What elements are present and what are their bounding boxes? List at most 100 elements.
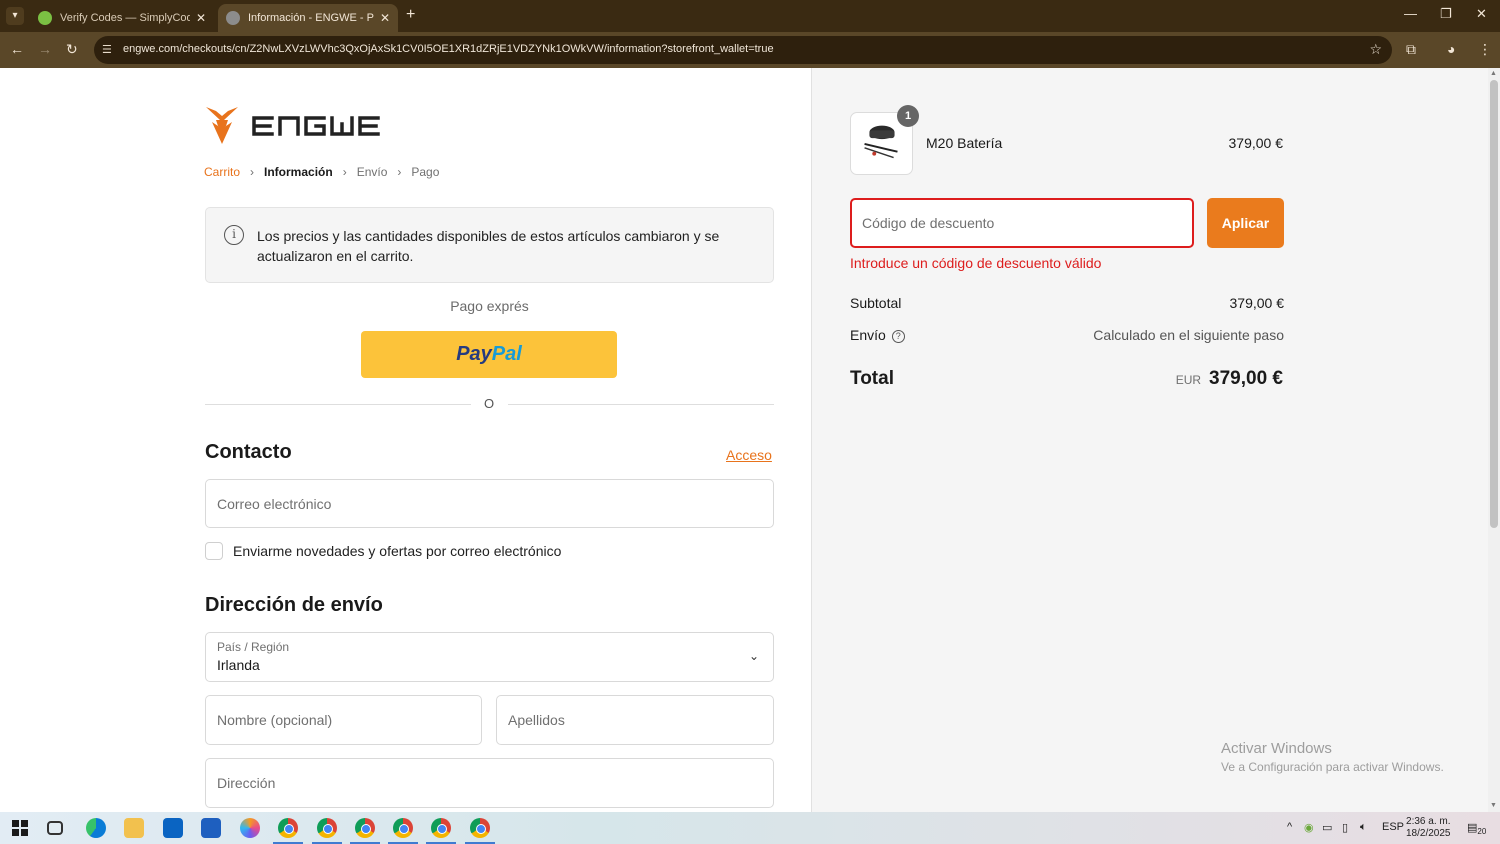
notification-center-icon[interactable]: ▤20 [1467, 821, 1486, 836]
url-text[interactable]: engwe.com/checkouts/cn/Z2NwLXVzLWVhc3QxO… [123, 43, 774, 55]
or-text: O [479, 396, 499, 411]
close-tab-icon[interactable]: ✕ [380, 11, 390, 25]
tab-title: Verify Codes — SimplyCodes [60, 12, 190, 24]
newsletter-checkbox[interactable] [205, 542, 223, 560]
divider-line [508, 404, 774, 405]
chrome-icon[interactable] [278, 818, 298, 838]
address-bar[interactable]: ☰ engwe.com/checkouts/cn/Z2NwLXVzLWVhc3Q… [94, 36, 1392, 64]
newsletter-option[interactable]: Enviarme novedades y ofertas por correo … [205, 542, 561, 560]
back-arrow-icon[interactable]: ← [10, 41, 24, 57]
reload-icon[interactable]: ↻ [66, 41, 78, 58]
shipping-row: Envío? Calculado en el siguiente paso [850, 327, 1284, 343]
bookmark-star-icon[interactable]: ☆ [1369, 41, 1382, 58]
page-scrollbar[interactable]: ▲ ▼ [1488, 68, 1500, 812]
contact-heading: Contacto [205, 441, 292, 463]
outlook-icon[interactable] [163, 818, 183, 838]
paypal-logo-pay: Pay [456, 343, 492, 365]
product-name: M20 Batería [926, 135, 1003, 151]
order-summary: 1 M20 Batería 379,00 € Código de descuen… [811, 68, 1488, 812]
activation-title: Activar Windows [1221, 740, 1332, 757]
network-icon[interactable]: ▭ [1322, 821, 1332, 834]
globe-favicon-icon [226, 11, 240, 25]
subtotal-label: Subtotal [850, 295, 902, 311]
tray-chevron-up-icon[interactable]: ^ [1287, 821, 1292, 833]
browser-tab-bar: ▾ Verify Codes — SimplyCodes ✕ Informaci… [0, 0, 1500, 32]
login-link[interactable]: Acceso [726, 447, 772, 463]
breadcrumb-payment: Pago [411, 165, 440, 179]
total-value: 379,00 € [1209, 368, 1283, 389]
browser-tab-engwe[interactable]: Información - ENGWE - Pantalla ✕ [218, 4, 398, 32]
chrome-icon[interactable] [317, 818, 337, 838]
browser-tab-simplycodes[interactable]: Verify Codes — SimplyCodes ✕ [30, 4, 214, 32]
system-clock[interactable]: 2:36 a. m. 18/2/2025 [1406, 816, 1451, 840]
copilot-icon[interactable] [240, 818, 260, 838]
country-value: Irlanda [217, 657, 260, 673]
activation-subtitle: Ve a Configuración para activar Windows. [1221, 760, 1444, 774]
shipping-label: Envío [850, 327, 886, 343]
forward-arrow-icon[interactable]: → [38, 41, 52, 57]
tab-search-chevron-icon[interactable]: ▾ [6, 7, 24, 25]
last-name-field[interactable]: Apellidos [496, 695, 774, 745]
chrome-icon[interactable] [431, 818, 451, 838]
minimize-icon[interactable]: — [1404, 6, 1417, 21]
breadcrumb-cart-link[interactable]: Carrito [204, 165, 240, 179]
windows-taskbar: ^ ◉ ▭ ▯ 🔈︎ ESP 2:36 a. m. 18/2/2025 ▤20 [0, 812, 1500, 844]
newsletter-label[interactable]: Enviarme novedades y ofertas por correo … [233, 543, 561, 559]
address-field[interactable]: Dirección [205, 758, 774, 808]
total-amount: EUR 379,00 € [1176, 368, 1283, 390]
close-window-icon[interactable]: ✕ [1476, 6, 1487, 22]
breadcrumb-shipping: Envío [356, 165, 388, 179]
new-tab-plus-icon[interactable]: + [406, 6, 415, 24]
close-tab-icon[interactable]: ✕ [196, 11, 206, 25]
help-question-icon[interactable]: ? [891, 329, 905, 343]
quantity-badge: 1 [897, 105, 919, 127]
country-select[interactable]: País / Región Irlanda ⌄ [205, 632, 774, 682]
engwe-logo[interactable] [204, 104, 384, 148]
chevron-right-icon: › [250, 165, 255, 179]
shipping-value: Calculado en el siguiente paso [1093, 327, 1284, 343]
discount-error-message: Introduce un código de descuento válido [850, 255, 1102, 271]
profile-avatar-icon[interactable]: ◕ [1447, 41, 1455, 57]
input-language-indicator[interactable]: ESP [1382, 821, 1404, 833]
paypal-button[interactable]: PayPal [361, 331, 617, 378]
scrollbar-thumb[interactable] [1490, 80, 1498, 528]
restore-icon[interactable]: ❐ [1440, 6, 1452, 22]
info-icon: i [224, 225, 244, 245]
kebab-menu-icon[interactable]: ⋮ [1478, 41, 1492, 58]
chrome-icon[interactable] [355, 818, 375, 838]
email-placeholder: Correo electrónico [217, 495, 332, 512]
clock-date: 18/2/2025 [1406, 828, 1451, 839]
extensions-puzzle-icon[interactable]: ⧉ [1406, 41, 1416, 58]
volume-icon[interactable]: 🔈︎ [1360, 821, 1367, 834]
task-view-icon[interactable] [47, 821, 63, 835]
first-name-field[interactable]: Nombre (opcional) [205, 695, 482, 745]
file-explorer-icon[interactable] [124, 818, 144, 838]
total-currency: EUR [1175, 373, 1202, 387]
tray-app-icon[interactable]: ◉ [1304, 821, 1314, 834]
store-icon[interactable] [201, 818, 221, 838]
apply-discount-button[interactable]: Aplicar [1207, 198, 1284, 248]
edge-browser-icon[interactable] [86, 818, 106, 838]
scroll-down-arrow-icon[interactable]: ▼ [1490, 802, 1497, 809]
site-info-icon[interactable]: ☰ [102, 43, 112, 56]
breadcrumb: Carrito › Información › Envío › Pago [204, 165, 439, 179]
last-name-placeholder: Apellidos [508, 712, 565, 728]
battery-tray-icon[interactable]: ▯ [1342, 821, 1348, 834]
email-field[interactable]: Correo electrónico [205, 479, 774, 528]
windows-start-icon[interactable] [10, 818, 30, 838]
scroll-up-arrow-icon[interactable]: ▲ [1490, 70, 1497, 77]
country-label: País / Región [217, 640, 290, 654]
discount-placeholder: Código de descuento [862, 215, 995, 231]
chrome-icon[interactable] [470, 818, 490, 838]
chrome-icon[interactable] [393, 818, 413, 838]
notification-count: 20 [1477, 827, 1487, 837]
paypal-logo-pal: Pal [491, 343, 522, 365]
total-label: Total [850, 368, 894, 389]
product-price: 379,00 € [1228, 135, 1284, 151]
chevron-right-icon: › [342, 165, 347, 179]
subtotal-row: Subtotal 379,00 € [850, 295, 1284, 311]
chevron-right-icon: › [397, 165, 402, 179]
discount-code-input[interactable]: Código de descuento [850, 198, 1194, 248]
address-placeholder: Dirección [217, 775, 276, 791]
first-name-placeholder: Nombre (opcional) [217, 712, 333, 728]
